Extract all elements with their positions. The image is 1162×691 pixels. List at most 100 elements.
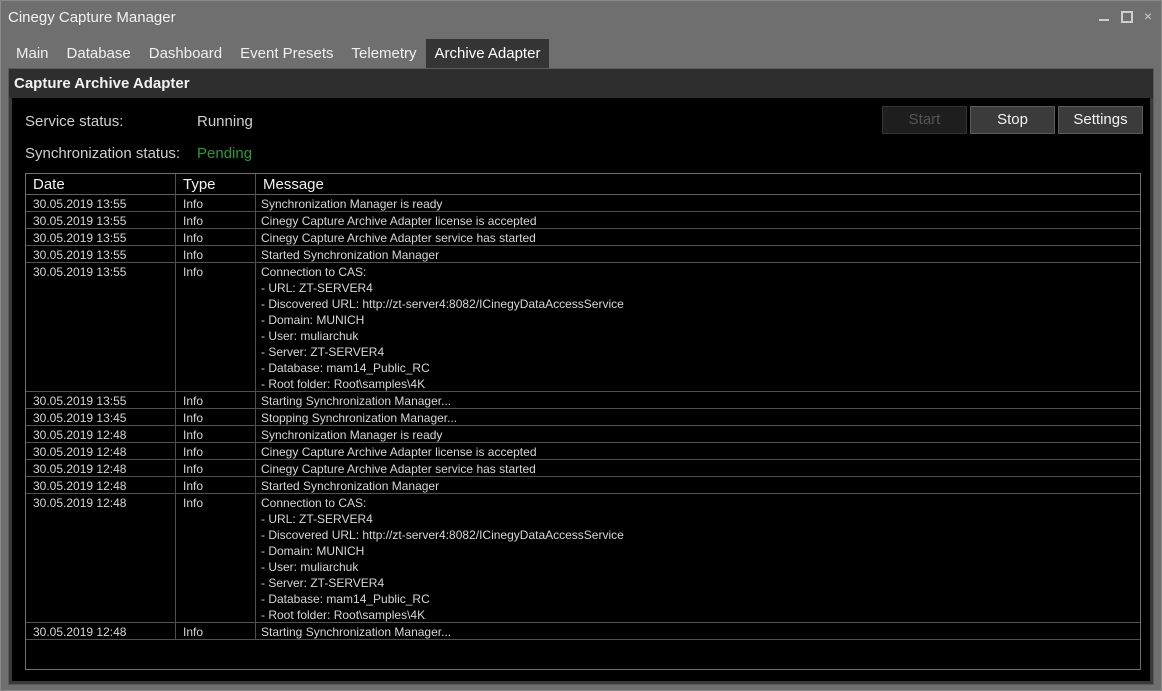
tab-bar: Main Database Dashboard Event Presets Te… [7, 39, 550, 68]
column-header-message[interactable]: Message [263, 176, 324, 193]
log-message: Cinegy Capture Archive Adapter service h… [261, 230, 536, 246]
log-type: Info [183, 248, 204, 262]
log-type: Info [183, 214, 204, 228]
log-row[interactable]: 30.05.2019 12:48 Info Starting Synchroniza… [26, 623, 1140, 640]
log-row[interactable]: 30.05.2019 13:45 Info Stopping Synchroniza… [26, 409, 1140, 426]
log-message: Starting Synchronization Manager... [261, 624, 451, 640]
log-row[interactable]: 30.05.2019 12:48 Info Started Synchronizat… [26, 477, 1140, 494]
start-button: Start [882, 106, 967, 134]
log-message: Synchronization Manager is ready [261, 196, 442, 212]
log-date: 30.05.2019 12:48 [33, 496, 127, 510]
log-rows: 30.05.2019 13:55 Info Synchronization Mana… [26, 195, 1140, 640]
log-date: 30.05.2019 13:55 [33, 248, 127, 262]
log-message-line: Cinegy Capture Archive Adapter service h… [261, 231, 536, 245]
log-message: Connection to CAS: - URL: ZT-SERVER4 - Dis… [261, 264, 624, 392]
log-type: Info [183, 445, 204, 459]
log-message-line: - Discovered URL: http://zt-server4:8082… [261, 528, 624, 542]
log-date: 30.05.2019 13:45 [33, 411, 127, 425]
log-grid[interactable]: Date Type Message 30.05.2019 13:55 Info Sy… [25, 173, 1141, 670]
log-row[interactable]: 30.05.2019 13:55 Info Cinegy Capture Archi… [26, 212, 1140, 229]
log-date: 30.05.2019 12:48 [33, 428, 127, 442]
log-message-line: Started Synchronization Manager [261, 248, 440, 262]
settings-button[interactable]: Settings [1058, 106, 1143, 134]
close-icon[interactable]: × [1141, 9, 1155, 23]
minimize-icon[interactable] [1097, 9, 1111, 23]
log-message-line: - User: muliarchuk [261, 329, 359, 343]
log-message-line: - Root folder: Root\samples\4K [261, 608, 426, 622]
log-type: Info [183, 197, 204, 211]
log-message-line: - Discovered URL: http://zt-server4:8082… [261, 297, 624, 311]
log-message-line: - Server: ZT-SERVER4 [261, 345, 385, 359]
log-message: Synchronization Manager is ready [261, 427, 442, 443]
log-message-line: - User: muliarchuk [261, 560, 359, 574]
log-row[interactable]: 30.05.2019 12:48 Info Connection to CAS: - … [26, 494, 1140, 623]
log-date: 30.05.2019 13:55 [33, 231, 127, 245]
log-type: Info [183, 231, 204, 245]
log-message-line: - Root folder: Root\samples\4K [261, 377, 426, 391]
title-bar: Cinegy Capture Manager × [1, 1, 1161, 35]
log-row[interactable]: 30.05.2019 12:48 Info Synchronization Mana… [26, 426, 1140, 443]
log-type: Info [183, 411, 204, 425]
tab-event-presets[interactable]: Event Presets [231, 39, 342, 68]
log-message: Connection to CAS: - URL: ZT-SERVER4 - Dis… [261, 495, 624, 623]
archive-adapter-panel: Capture Archive Adapter Service status: … [8, 68, 1154, 685]
log-message-line: Synchronization Manager is ready [261, 197, 443, 211]
log-message: Cinegy Capture Archive Adapter license i… [261, 444, 537, 460]
log-message-line: Connection to CAS: [261, 265, 367, 279]
service-status-label: Service status: [25, 113, 124, 130]
log-message-line: Cinegy Capture Archive Adapter service h… [261, 462, 536, 476]
log-message-line: - URL: ZT-SERVER4 [261, 512, 373, 526]
log-type: Info [183, 496, 204, 510]
window-title: Cinegy Capture Manager [8, 9, 176, 26]
log-message-line: Starting Synchronization Manager... [261, 394, 452, 408]
sync-status-value: Pending [197, 145, 253, 162]
log-type: Info [183, 428, 204, 442]
log-date: 30.05.2019 13:55 [33, 197, 127, 211]
log-message-line: - URL: ZT-SERVER4 [261, 281, 373, 295]
log-date: 30.05.2019 12:48 [33, 479, 127, 493]
log-message-line: - Domain: MUNICH [261, 313, 365, 327]
log-row[interactable]: 30.05.2019 13:55 Info Started Synchronizat… [26, 246, 1140, 263]
log-row[interactable]: 30.05.2019 13:55 Info Connection to CAS: - … [26, 263, 1140, 392]
tab-database[interactable]: Database [58, 39, 140, 68]
log-date: 30.05.2019 12:48 [33, 445, 127, 459]
log-message: Starting Synchronization Manager... [261, 393, 451, 409]
log-type: Info [183, 462, 204, 476]
log-row[interactable]: 30.05.2019 12:48 Info Cinegy Capture Archi… [26, 443, 1140, 460]
tab-archive-adapter[interactable]: Archive Adapter [425, 39, 550, 68]
log-message: Started Synchronization Manager [261, 247, 439, 263]
log-message-line: - Server: ZT-SERVER4 [261, 576, 385, 590]
log-message-line: Cinegy Capture Archive Adapter license i… [261, 214, 537, 228]
log-type: Info [183, 479, 204, 493]
log-message-line: Started Synchronization Manager [261, 479, 440, 493]
log-message-line: Connection to CAS: [261, 496, 367, 510]
log-row[interactable]: 30.05.2019 12:48 Info Cinegy Capture Archi… [26, 460, 1140, 477]
panel-title: Capture Archive Adapter [14, 75, 190, 92]
log-date: 30.05.2019 13:55 [33, 214, 127, 228]
log-row[interactable]: 30.05.2019 13:55 Info Starting Synchroniza… [26, 392, 1140, 409]
log-message-line: - Database: mam14_Public_RC [261, 592, 430, 606]
log-date: 30.05.2019 13:55 [33, 265, 127, 279]
log-message-line: Stopping Synchronization Manager... [261, 411, 458, 425]
log-row[interactable]: 30.05.2019 13:55 Info Synchronization Mana… [26, 195, 1140, 212]
log-date: 30.05.2019 12:48 [33, 625, 127, 639]
service-status-value: Running [197, 113, 253, 130]
log-message-line: - Database: mam14_Public_RC [261, 361, 430, 375]
tab-telemetry[interactable]: Telemetry [343, 39, 426, 68]
maximize-icon[interactable] [1119, 9, 1133, 23]
panel-header: Capture Archive Adapter [9, 69, 1153, 98]
log-type: Info [183, 265, 204, 279]
tab-main[interactable]: Main [7, 39, 58, 68]
log-message: Cinegy Capture Archive Adapter license i… [261, 213, 537, 229]
tab-dashboard[interactable]: Dashboard [140, 39, 231, 68]
column-header-date[interactable]: Date [33, 176, 65, 193]
log-date: 30.05.2019 12:48 [33, 462, 127, 476]
log-date: 30.05.2019 13:55 [33, 394, 127, 408]
log-grid-header: Date Type Message [26, 174, 1140, 195]
sync-status-label: Synchronization status: [25, 145, 181, 162]
column-header-type[interactable]: Type [183, 176, 216, 193]
window-controls: × [1097, 9, 1155, 23]
stop-button[interactable]: Stop [970, 106, 1055, 134]
log-type: Info [183, 625, 204, 639]
log-row[interactable]: 30.05.2019 13:55 Info Cinegy Capture Archi… [26, 229, 1140, 246]
